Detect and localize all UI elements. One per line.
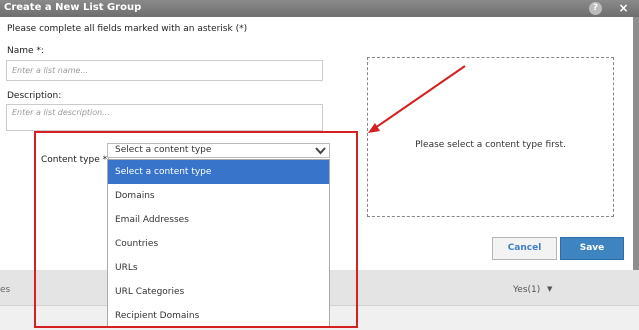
cancel-button[interactable]: Cancel xyxy=(492,237,557,260)
content-type-dropdown-list: Select a content type Domains Email Addr… xyxy=(107,159,330,327)
content-type-option[interactable]: Recipient Domains xyxy=(108,304,329,328)
name-placeholder: Enter a list name... xyxy=(12,66,89,75)
content-preview-panel: Please select a content type first. xyxy=(367,57,614,217)
description-input[interactable]: Enter a list description... xyxy=(6,104,323,131)
name-input[interactable]: Enter a list name... xyxy=(6,60,323,81)
dialog-title: Create a New List Group xyxy=(4,2,142,13)
save-button[interactable]: Save xyxy=(560,237,624,260)
content-type-selected-value: Select a content type xyxy=(115,145,212,155)
content-type-select[interactable]: Select a content type xyxy=(107,143,330,158)
description-placeholder: Enter a list description... xyxy=(12,108,110,117)
description-label: Description: xyxy=(7,91,62,101)
chevron-down-icon xyxy=(315,147,326,155)
content-type-option[interactable]: URLs xyxy=(108,256,329,280)
instructions-text: Please complete all fields marked with a… xyxy=(7,24,248,34)
content-type-option[interactable]: URL Categories xyxy=(108,280,329,304)
content-type-label: Content type *: xyxy=(41,155,111,165)
name-label: Name *: xyxy=(7,46,44,56)
content-type-option[interactable]: Select a content type xyxy=(108,160,329,184)
content-type-option[interactable]: Countries xyxy=(108,232,329,256)
content-type-option[interactable]: Domains xyxy=(108,184,329,208)
background-page-edge xyxy=(633,17,639,270)
background-filter[interactable]: Yes(1) xyxy=(513,285,540,295)
filter-caret-icon: ▼ xyxy=(547,285,553,293)
close-icon[interactable]: × xyxy=(617,2,630,15)
dialog-titlebar: Create a New List Group ? × xyxy=(0,0,639,17)
background-column-label: es xyxy=(0,285,11,295)
help-icon[interactable]: ? xyxy=(589,2,602,15)
preview-message: Please select a content type first. xyxy=(415,140,566,150)
content-type-option[interactable]: Email Addresses xyxy=(108,208,329,232)
